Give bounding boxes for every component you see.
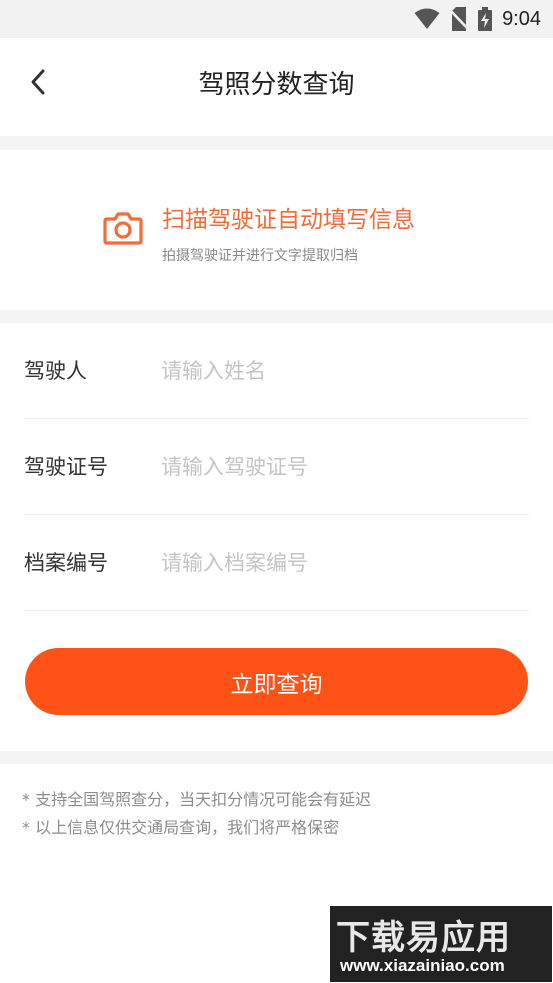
scan-subtitle: 拍摄驾驶证并进行文字提取归档 [162, 248, 358, 264]
file-number-row: 档案编号 [24, 515, 529, 611]
file-number-label: 档案编号 [24, 551, 108, 575]
section-divider [0, 136, 553, 150]
query-button[interactable]: 立即查询 [25, 648, 528, 715]
section-divider [0, 751, 553, 764]
nav-bar: 驾照分数查询 [0, 38, 553, 136]
driver-name-input[interactable] [161, 347, 521, 395]
no-sim-icon [450, 7, 469, 31]
license-number-label: 驾驶证号 [24, 455, 108, 479]
scan-license-card[interactable]: 扫描驾驶证自动填写信息 拍摄驾驶证并进行文字提取归档 [0, 150, 553, 310]
scan-title: 扫描驾驶证自动填写信息 [162, 207, 415, 233]
watermark-url: www.xiazainiao.com [340, 956, 505, 975]
watermark-logo: 下载易应用 www.xiazainiao.com [330, 906, 552, 982]
battery-charging-icon [478, 7, 493, 31]
status-icons: 9:04 [414, 6, 541, 32]
section-divider [0, 310, 553, 323]
license-number-row: 驾驶证号 [24, 419, 529, 515]
license-number-input[interactable] [161, 443, 521, 491]
camera-icon [103, 212, 143, 245]
wifi-icon [414, 8, 440, 29]
watermark-title: 下载易应用 [336, 918, 511, 958]
query-form: 驾驶人 驾驶证号 档案编号 立即查询 [0, 323, 553, 751]
driver-name-row: 驾驶人 [24, 323, 529, 419]
note-line: * 支持全国驾照查分，当天扣分情况可能会有延迟 [22, 790, 372, 809]
status-time: 9:04 [502, 7, 541, 30]
note-line: * 以上信息仅供交通局查询，我们将严格保密 [22, 818, 340, 837]
status-bar: 9:04 [0, 0, 553, 38]
file-number-input[interactable] [161, 539, 521, 587]
page-title: 驾照分数查询 [198, 70, 355, 100]
driver-name-label: 驾驶人 [24, 359, 87, 383]
